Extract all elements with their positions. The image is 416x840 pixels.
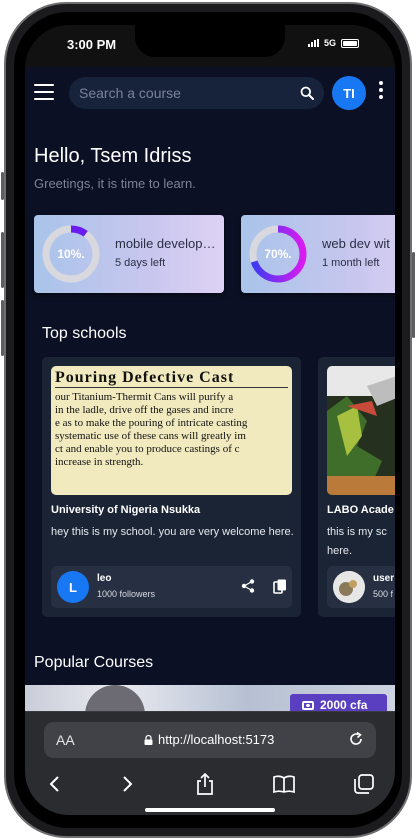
price-label: 2000 cfa [320,698,368,712]
course-progress-card[interactable]: 10%. mobile develop… 5 days left [34,215,224,293]
owner-followers: 1000 followers [97,589,156,599]
school-description: this is my sc here. [327,526,387,557]
owner-name[interactable]: user [373,573,394,584]
user-avatar[interactable]: TI [332,76,366,110]
dynamic-island [135,25,285,57]
network-type: 5G [323,38,336,48]
school-image: Pouring Defective Cast our Titanium-Ther… [51,366,292,495]
top-schools-title: Top schools [42,325,127,342]
url-text: http://localhost:5173 [158,732,275,747]
action-button [1,172,4,200]
share-sheet-icon[interactable] [193,772,217,796]
status-time: 3:00 PM [67,37,117,52]
cash-icon [302,700,314,710]
owner-name[interactable]: leo [97,573,111,584]
image-line: our Titanium-Thermit Cans will purify a [55,391,234,403]
course-time-left: 5 days left [115,257,166,269]
power-button [412,252,415,338]
back-icon[interactable] [42,772,66,796]
greeting-title: Hello, Tsem Idriss [34,145,192,167]
school-owner: user 500 f [327,566,395,608]
bookmarks-icon[interactable] [272,772,296,796]
school-card[interactable]: Pouring Defective Cast our Titanium-Ther… [42,357,301,617]
school-name: University of Nigeria Nsukka [51,504,201,516]
greeting-subtitle: Greetings, it is time to learn. [34,176,196,191]
image-line: increase in strength. [55,456,144,468]
microscopy-image [327,366,395,495]
school-owner: L leo 1000 followers [51,566,292,608]
volume-down-button [1,300,4,356]
tabs-icon[interactable] [352,772,376,796]
image-line: e as to make the pouring of intricate ca… [55,417,248,429]
search-icon[interactable] [300,86,314,100]
copy-icon[interactable] [273,579,287,594]
newspaper-clipping: Pouring Defective Cast our Titanium-Ther… [51,366,292,495]
school-card[interactable]: LABO Acade this is my sc here. user 500 … [318,357,395,617]
more-vert-icon[interactable] [378,81,384,103]
school-description: hey this is my school. you are very welc… [51,526,294,538]
menu-icon[interactable] [34,84,54,100]
lock-icon [144,734,153,745]
course-progress-card[interactable]: 70%. web dev wit 1 month left [241,215,395,293]
course-time-left: 1 month left [322,257,380,269]
signal-icon [307,39,319,47]
address-bar[interactable]: AA http://localhost:5173 [44,722,376,758]
progress-label: 10%. [57,247,85,261]
forward-icon[interactable] [116,772,140,796]
school-name: LABO Acade [327,504,394,516]
image-line: ct and enable you to produce castings of… [55,443,240,455]
search-input[interactable] [79,77,294,109]
course-title: mobile develop… [115,236,216,251]
popular-courses-title: Popular Courses [34,654,154,671]
browser-toolbar: AA http://localhost:5173 [25,711,395,815]
browser-nav [25,770,395,798]
progress-label: 70%. [264,247,292,261]
url-display[interactable]: http://localhost:5173 [144,732,274,747]
owner-avatar[interactable] [333,571,365,603]
owner-avatar[interactable]: L [57,571,89,603]
owner-followers: 500 f [373,589,394,599]
image-headline: Pouring Defective Cast [55,369,288,388]
screen: 3:00 PM 5G TI Hello, Tsem Idriss Greetin… [25,25,395,815]
battery-icon [341,38,359,48]
status-bar: 3:00 PM 5G [25,25,395,67]
image-line: in the ladle, drive off the gases and in… [55,404,234,416]
share-icon[interactable] [241,579,255,593]
course-title: web dev wit [322,236,390,251]
volume-up-button [1,232,4,288]
school-image [327,366,395,495]
search-bar[interactable] [69,77,324,109]
status-indicators: 5G [307,38,359,48]
app-header: TI [25,67,395,123]
text-size-button[interactable]: AA [56,732,75,748]
reload-icon[interactable] [348,731,364,747]
image-line: systematic use of these cans will greatl… [55,430,246,442]
home-indicator [145,808,275,812]
avatar-photo [333,571,365,603]
